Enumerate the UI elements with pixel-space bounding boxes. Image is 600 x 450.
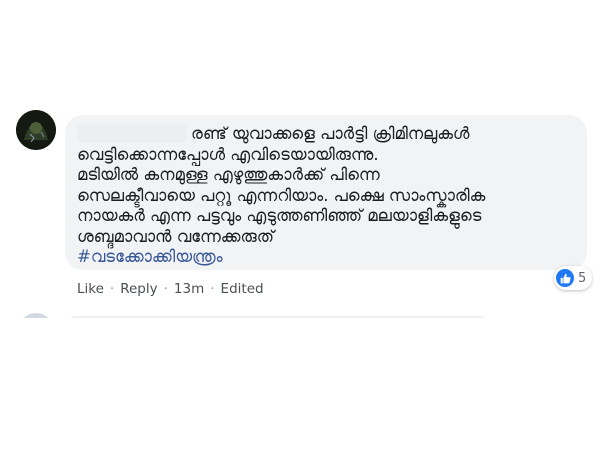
hashtag-link[interactable]: #വടക്കോക്കിയന്ത്രം: [77, 247, 573, 268]
comment-line-1: രണ്ട് യുവാക്കളെ പാർട്ടി ക്രിമിനലുകൾ: [77, 124, 573, 145]
like-button[interactable]: Like: [77, 281, 104, 297]
like-icon: [556, 269, 574, 287]
separator-dot: ·: [109, 281, 115, 297]
comment-text: രണ്ട് യുവാക്കളെ പാർട്ടി ക്രിമിനലുകൾ വെട്…: [77, 124, 573, 268]
edited-label[interactable]: Edited: [221, 281, 264, 297]
comment-line-6: ശബ്ദമാവാൻ വന്നേക്കരുത്: [77, 226, 274, 246]
commenter-avatar[interactable]: [16, 110, 56, 150]
comment-line-5: നായകർ എന്ന പട്ടവും എടുത്തണിഞ്ഞ് മലയാളികള…: [77, 206, 482, 225]
reaction-count: 5: [578, 270, 587, 286]
comment-line-2: വെട്ടിക്കൊന്നപ്പോൾ എവിടെയായിരുന്നു.: [77, 144, 379, 164]
reaction-summary[interactable]: 5: [554, 266, 593, 290]
cropped-area: [0, 318, 600, 450]
comment-actions: Like · Reply · 13m · Edited: [77, 281, 264, 297]
commenter-name-redacted[interactable]: [77, 124, 187, 142]
separator-dot: ·: [210, 281, 215, 297]
timestamp-link[interactable]: 13m: [174, 281, 204, 297]
separator-dot: ·: [163, 281, 168, 297]
comment-line-3: മടിയിൽ കനമുള്ള എഴുത്തുകാർക്ക് പിന്നെ: [77, 165, 380, 184]
comment-line-1-text: രണ്ട് യുവാക്കളെ പാർട്ടി ക്രിമിനലുകൾ: [191, 124, 470, 143]
reply-button[interactable]: Reply: [120, 281, 157, 297]
comment-bubble: രണ്ട് യുവാക്കളെ പാർട്ടി ക്രിമിനലുകൾ വെട്…: [65, 115, 587, 270]
comment-line-4: സെലക്ടീവായെ പറ്റൂ എന്നറിയാം. പക്ഷെ സാംസ്…: [77, 185, 486, 205]
